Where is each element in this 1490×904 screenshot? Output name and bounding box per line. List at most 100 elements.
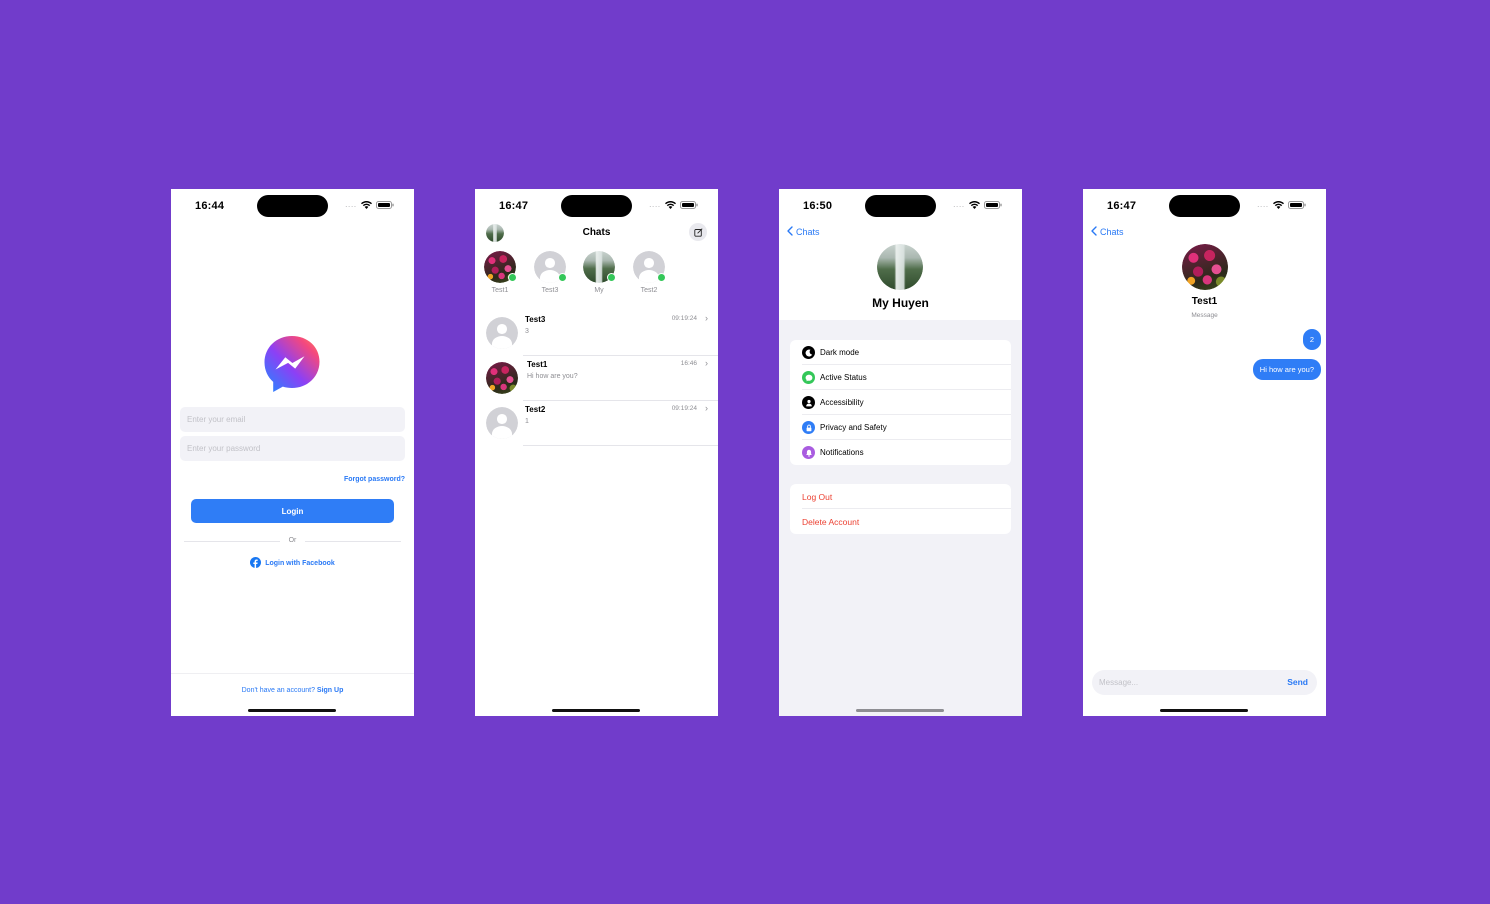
message-composer: Send bbox=[1092, 670, 1317, 695]
battery-icon bbox=[376, 201, 394, 209]
status-bar: 16:47 .... bbox=[1083, 189, 1326, 223]
chat-row[interactable]: Test2 1 09:19:24 › bbox=[475, 401, 718, 446]
home-indicator bbox=[248, 709, 336, 712]
person-icon bbox=[802, 396, 815, 409]
chevron-left-icon bbox=[1091, 226, 1097, 238]
chat-time: 16:46 bbox=[680, 360, 697, 367]
compose-icon[interactable] bbox=[689, 223, 707, 241]
story-item[interactable]: Test3 bbox=[533, 251, 567, 294]
divider bbox=[523, 445, 718, 446]
battery-icon bbox=[984, 201, 1002, 209]
wifi-icon bbox=[361, 201, 372, 209]
or-divider: Or bbox=[184, 537, 401, 545]
chat-name: Test1 bbox=[527, 360, 548, 369]
chat-row[interactable]: Test1 Hi how are you? 16:46 › bbox=[475, 356, 718, 401]
dynamic-island bbox=[865, 195, 936, 217]
signup-prompt: Don't have an account? Sign Up bbox=[171, 687, 414, 694]
battery-icon bbox=[680, 201, 698, 209]
back-label: Chats bbox=[1100, 227, 1124, 237]
message-bubble: 2 bbox=[1302, 329, 1321, 350]
story-item[interactable]: Test2 bbox=[632, 251, 666, 294]
dynamic-island bbox=[561, 195, 632, 217]
back-label: Chats bbox=[796, 227, 820, 237]
signal-icon: .... bbox=[345, 201, 357, 209]
chevron-right-icon: › bbox=[705, 358, 708, 368]
login-button[interactable]: Login bbox=[191, 499, 394, 523]
settings-item-notifications[interactable]: Notifications bbox=[790, 440, 1011, 465]
send-button[interactable]: Send bbox=[1287, 677, 1308, 687]
delete-account-button[interactable]: Delete Account bbox=[790, 509, 1011, 534]
online-indicator bbox=[558, 273, 567, 282]
story-name: My bbox=[594, 287, 604, 294]
lock-icon bbox=[802, 421, 815, 434]
forgot-password-link[interactable]: Forgot password? bbox=[344, 476, 405, 483]
chat-preview: Hi how are you? bbox=[527, 373, 578, 380]
status-time: 16:50 bbox=[803, 200, 833, 212]
signal-icon: .... bbox=[953, 201, 965, 209]
settings-item-accessibility[interactable]: Accessibility bbox=[790, 390, 1011, 415]
story-item[interactable]: Test1 bbox=[483, 251, 517, 294]
online-indicator bbox=[607, 273, 616, 282]
messenger-logo-icon bbox=[263, 335, 321, 393]
dynamic-island bbox=[257, 195, 328, 217]
battery-icon bbox=[1288, 201, 1306, 209]
chat-name: Test2 bbox=[525, 405, 546, 414]
home-indicator bbox=[856, 709, 944, 712]
chat-bubble-icon bbox=[802, 371, 815, 384]
facebook-icon bbox=[250, 557, 262, 570]
home-indicator bbox=[552, 709, 640, 712]
settings-screen: 16:50 .... Chats My Huyen Dark mode Acti… bbox=[779, 189, 1022, 716]
message-bubble: Hi how are you? bbox=[1252, 359, 1321, 380]
story-name: Test3 bbox=[541, 287, 559, 294]
chevron-right-icon: › bbox=[705, 403, 708, 413]
settings-item-privacy[interactable]: Privacy and Safety bbox=[790, 415, 1011, 440]
facebook-login-button[interactable]: Login with Facebook bbox=[171, 557, 414, 570]
bell-icon bbox=[802, 446, 815, 459]
page-title: Chats bbox=[582, 227, 611, 238]
conversation-screen: 16:47 .... Chats Test1 Message 2 Hi how … bbox=[1083, 189, 1326, 716]
password-field[interactable] bbox=[180, 436, 405, 461]
wifi-icon bbox=[969, 201, 980, 209]
message-input[interactable] bbox=[1099, 670, 1269, 695]
story-item[interactable]: My bbox=[582, 251, 616, 294]
chat-name: Test3 bbox=[525, 315, 546, 324]
sign-up-link[interactable]: Sign Up bbox=[317, 687, 343, 694]
settings-card: Dark mode Active Status Accessibility Pr… bbox=[790, 340, 1011, 465]
settings-item-dark-mode[interactable]: Dark mode bbox=[790, 340, 1011, 365]
status-bar: 16:50 .... bbox=[779, 189, 1022, 223]
back-button[interactable]: Chats bbox=[787, 226, 820, 238]
chat-time: 09:19:24 bbox=[671, 315, 697, 322]
home-indicator bbox=[1160, 709, 1248, 712]
status-time: 16:47 bbox=[499, 200, 529, 212]
avatar bbox=[486, 407, 518, 439]
profile-avatar bbox=[877, 244, 923, 290]
signal-icon: .... bbox=[649, 201, 661, 209]
status-time: 16:47 bbox=[1107, 200, 1137, 212]
settings-item-active-status[interactable]: Active Status bbox=[790, 365, 1011, 390]
wifi-icon bbox=[665, 201, 676, 209]
contact-subtitle: Message bbox=[1191, 312, 1218, 319]
chat-time: 09:19:24 bbox=[671, 405, 697, 412]
wifi-icon bbox=[1273, 201, 1284, 209]
chats-screen: 16:47 .... Chats Test1 Test3 My Test2 Te… bbox=[475, 189, 718, 716]
avatar bbox=[486, 362, 518, 394]
profile-name: My Huyen bbox=[872, 296, 929, 310]
no-account-text: Don't have an account? bbox=[241, 687, 315, 694]
chat-preview: 1 bbox=[525, 418, 529, 425]
signal-icon: .... bbox=[1257, 201, 1269, 209]
account-actions-card: Log Out Delete Account bbox=[790, 484, 1011, 534]
online-indicator bbox=[508, 273, 517, 282]
chat-row[interactable]: Test3 3 09:19:24 › bbox=[475, 311, 718, 356]
online-indicator bbox=[657, 273, 666, 282]
status-time: 16:44 bbox=[195, 200, 225, 212]
back-button[interactable]: Chats bbox=[1091, 226, 1124, 238]
log-out-button[interactable]: Log Out bbox=[790, 484, 1011, 509]
dynamic-island bbox=[1169, 195, 1240, 217]
email-field[interactable] bbox=[180, 407, 405, 432]
chevron-right-icon: › bbox=[705, 313, 708, 323]
chevron-left-icon bbox=[787, 226, 793, 238]
story-name: Test1 bbox=[491, 287, 509, 294]
facebook-login-label: Login with Facebook bbox=[265, 560, 335, 567]
moon-icon bbox=[802, 346, 815, 359]
chat-preview: 3 bbox=[525, 328, 529, 335]
